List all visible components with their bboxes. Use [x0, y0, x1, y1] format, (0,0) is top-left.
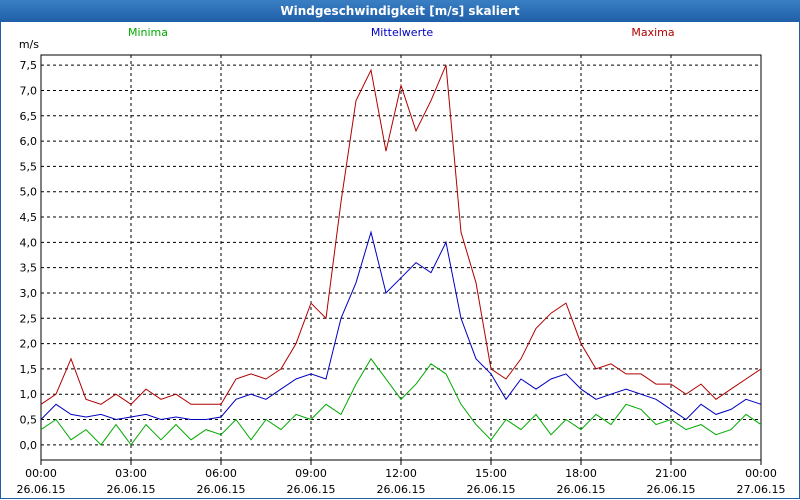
chart-window: Windgeschwindigkeit [m/s] skaliert 0,0 0,…	[0, 0, 800, 500]
y-tick-label: 7,5	[20, 59, 38, 72]
y-tick-label: 0,5	[20, 414, 38, 427]
y-tick-label: 5,5	[20, 160, 38, 173]
x-tick-date: 26.06.15	[287, 483, 336, 496]
y-tick-label: 5,0	[20, 186, 38, 199]
y-tick-label: 0,0	[20, 439, 38, 452]
chart-frame: 0,0 0,5 1,0 1,5 2,0 2,5 3,0 3,5 4,0 4,5 5,0 5,5 6,0 6…	[0, 22, 800, 499]
y-tick-label: 2,0	[20, 338, 38, 351]
legend-entry-mittelwerte: Mittelwerte	[371, 26, 434, 39]
x-tick-time: 00:00	[745, 467, 777, 480]
x-tick-date: 26.06.15	[647, 483, 696, 496]
y-tick-label: 1,0	[20, 388, 38, 401]
y-tick-label: 3,0	[20, 287, 38, 300]
x-tick-date: 26.06.15	[107, 483, 156, 496]
x-tick-date: 26.06.15	[557, 483, 606, 496]
y-tick-label: 3,5	[20, 262, 38, 275]
x-tick-time: 12:00	[385, 467, 417, 480]
x-tick-time: 06:00	[205, 467, 237, 480]
x-tick-date: 26.06.15	[197, 483, 246, 496]
x-tick-date: 27.06.15	[737, 483, 786, 496]
x-tick-time: 09:00	[295, 467, 327, 480]
window-title: Windgeschwindigkeit [m/s] skaliert	[0, 0, 800, 22]
x-tick-time: 21:00	[655, 467, 687, 480]
x-tick-date: 26.06.15	[467, 483, 516, 496]
x-tick-date: 26.06.15	[377, 483, 426, 496]
y-tick-label: 4,0	[20, 236, 38, 249]
line-chart: 0,0 0,5 1,0 1,5 2,0 2,5 3,0 3,5 4,0 4,5 5,0 5,5 6,0 6…	[17, 26, 786, 496]
y-tick-label: 1,5	[20, 363, 38, 376]
y-axis-label: m/s	[19, 38, 39, 51]
x-tick-time: 00:00	[25, 467, 57, 480]
x-tick-time: 03:00	[115, 467, 147, 480]
y-tick-label: 7,0	[20, 84, 38, 97]
y-tick-label: 6,5	[20, 110, 38, 123]
x-tick-time: 18:00	[565, 467, 597, 480]
x-tick-time: 15:00	[475, 467, 507, 480]
x-tick-date: 26.06.15	[17, 483, 66, 496]
y-tick-label: 6,0	[20, 135, 38, 148]
y-tick-label: 4,5	[20, 211, 38, 224]
legend-entry-maxima: Maxima	[631, 26, 674, 39]
legend-entry-minima: Minima	[128, 26, 168, 39]
y-tick-label: 2,5	[20, 312, 38, 325]
